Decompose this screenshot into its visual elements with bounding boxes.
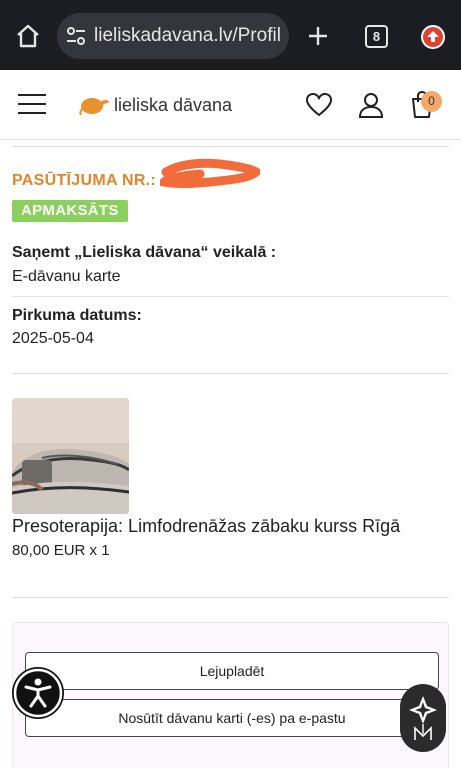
home-icon[interactable] xyxy=(14,22,42,50)
profile-icon[interactable] xyxy=(421,25,445,49)
chat-button[interactable] xyxy=(400,684,446,752)
actions-panel xyxy=(12,622,449,768)
redaction-mark xyxy=(160,158,260,188)
divider xyxy=(12,146,449,147)
download-button[interactable]: Lejupladēt xyxy=(25,652,439,690)
logo-text: lieliska dāvana xyxy=(114,94,233,115)
purchase-date-value: 2025-05-04 xyxy=(12,330,94,347)
tabs-icon[interactable]: 8 xyxy=(365,25,388,48)
purchase-date-label: Pirkuma datums: xyxy=(12,307,142,324)
logo-icon xyxy=(79,98,109,116)
divider xyxy=(12,373,449,374)
menu-icon[interactable] xyxy=(18,94,46,116)
product-image[interactable] xyxy=(12,398,129,514)
send-email-button[interactable]: Nosūtīt dāvanu karti (-es) pa e-pastu xyxy=(25,699,439,737)
plus-icon[interactable] xyxy=(304,22,332,50)
url-text: lieliskadavana.lv/Profil xyxy=(94,25,281,46)
site-logo[interactable]: lieliska dāvana xyxy=(78,92,232,118)
accessibility-button[interactable] xyxy=(12,667,64,719)
order-number-label: PASŪTĪJUMA NR.: xyxy=(12,172,157,189)
site-header: lieliska dāvana xyxy=(0,70,461,140)
pickup-value: E-dāvanu karte xyxy=(12,268,121,285)
tune-icon[interactable] xyxy=(65,25,87,47)
accessibility-icon xyxy=(13,668,63,718)
status-badge: APMAKSĀTS xyxy=(12,200,128,222)
product-name[interactable]: Presoterapija: Limfodrenāžas zābaku kurs… xyxy=(12,516,400,537)
chat-icon xyxy=(409,696,437,740)
divider xyxy=(12,296,449,297)
address-bar[interactable]: lieliskadavana.lv/Profil xyxy=(57,13,289,59)
divider xyxy=(12,597,449,598)
heart-icon[interactable] xyxy=(305,91,333,119)
cart-count-badge: 0 xyxy=(421,91,442,112)
pickup-label: Saņemt „Lieliska dāvana“ veikalā : xyxy=(12,244,277,261)
user-icon[interactable] xyxy=(357,91,385,119)
product-price: 80,00 EUR x 1 xyxy=(12,542,110,559)
browser-toolbar: lieliskadavana.lv/Profil 8 xyxy=(0,0,461,70)
